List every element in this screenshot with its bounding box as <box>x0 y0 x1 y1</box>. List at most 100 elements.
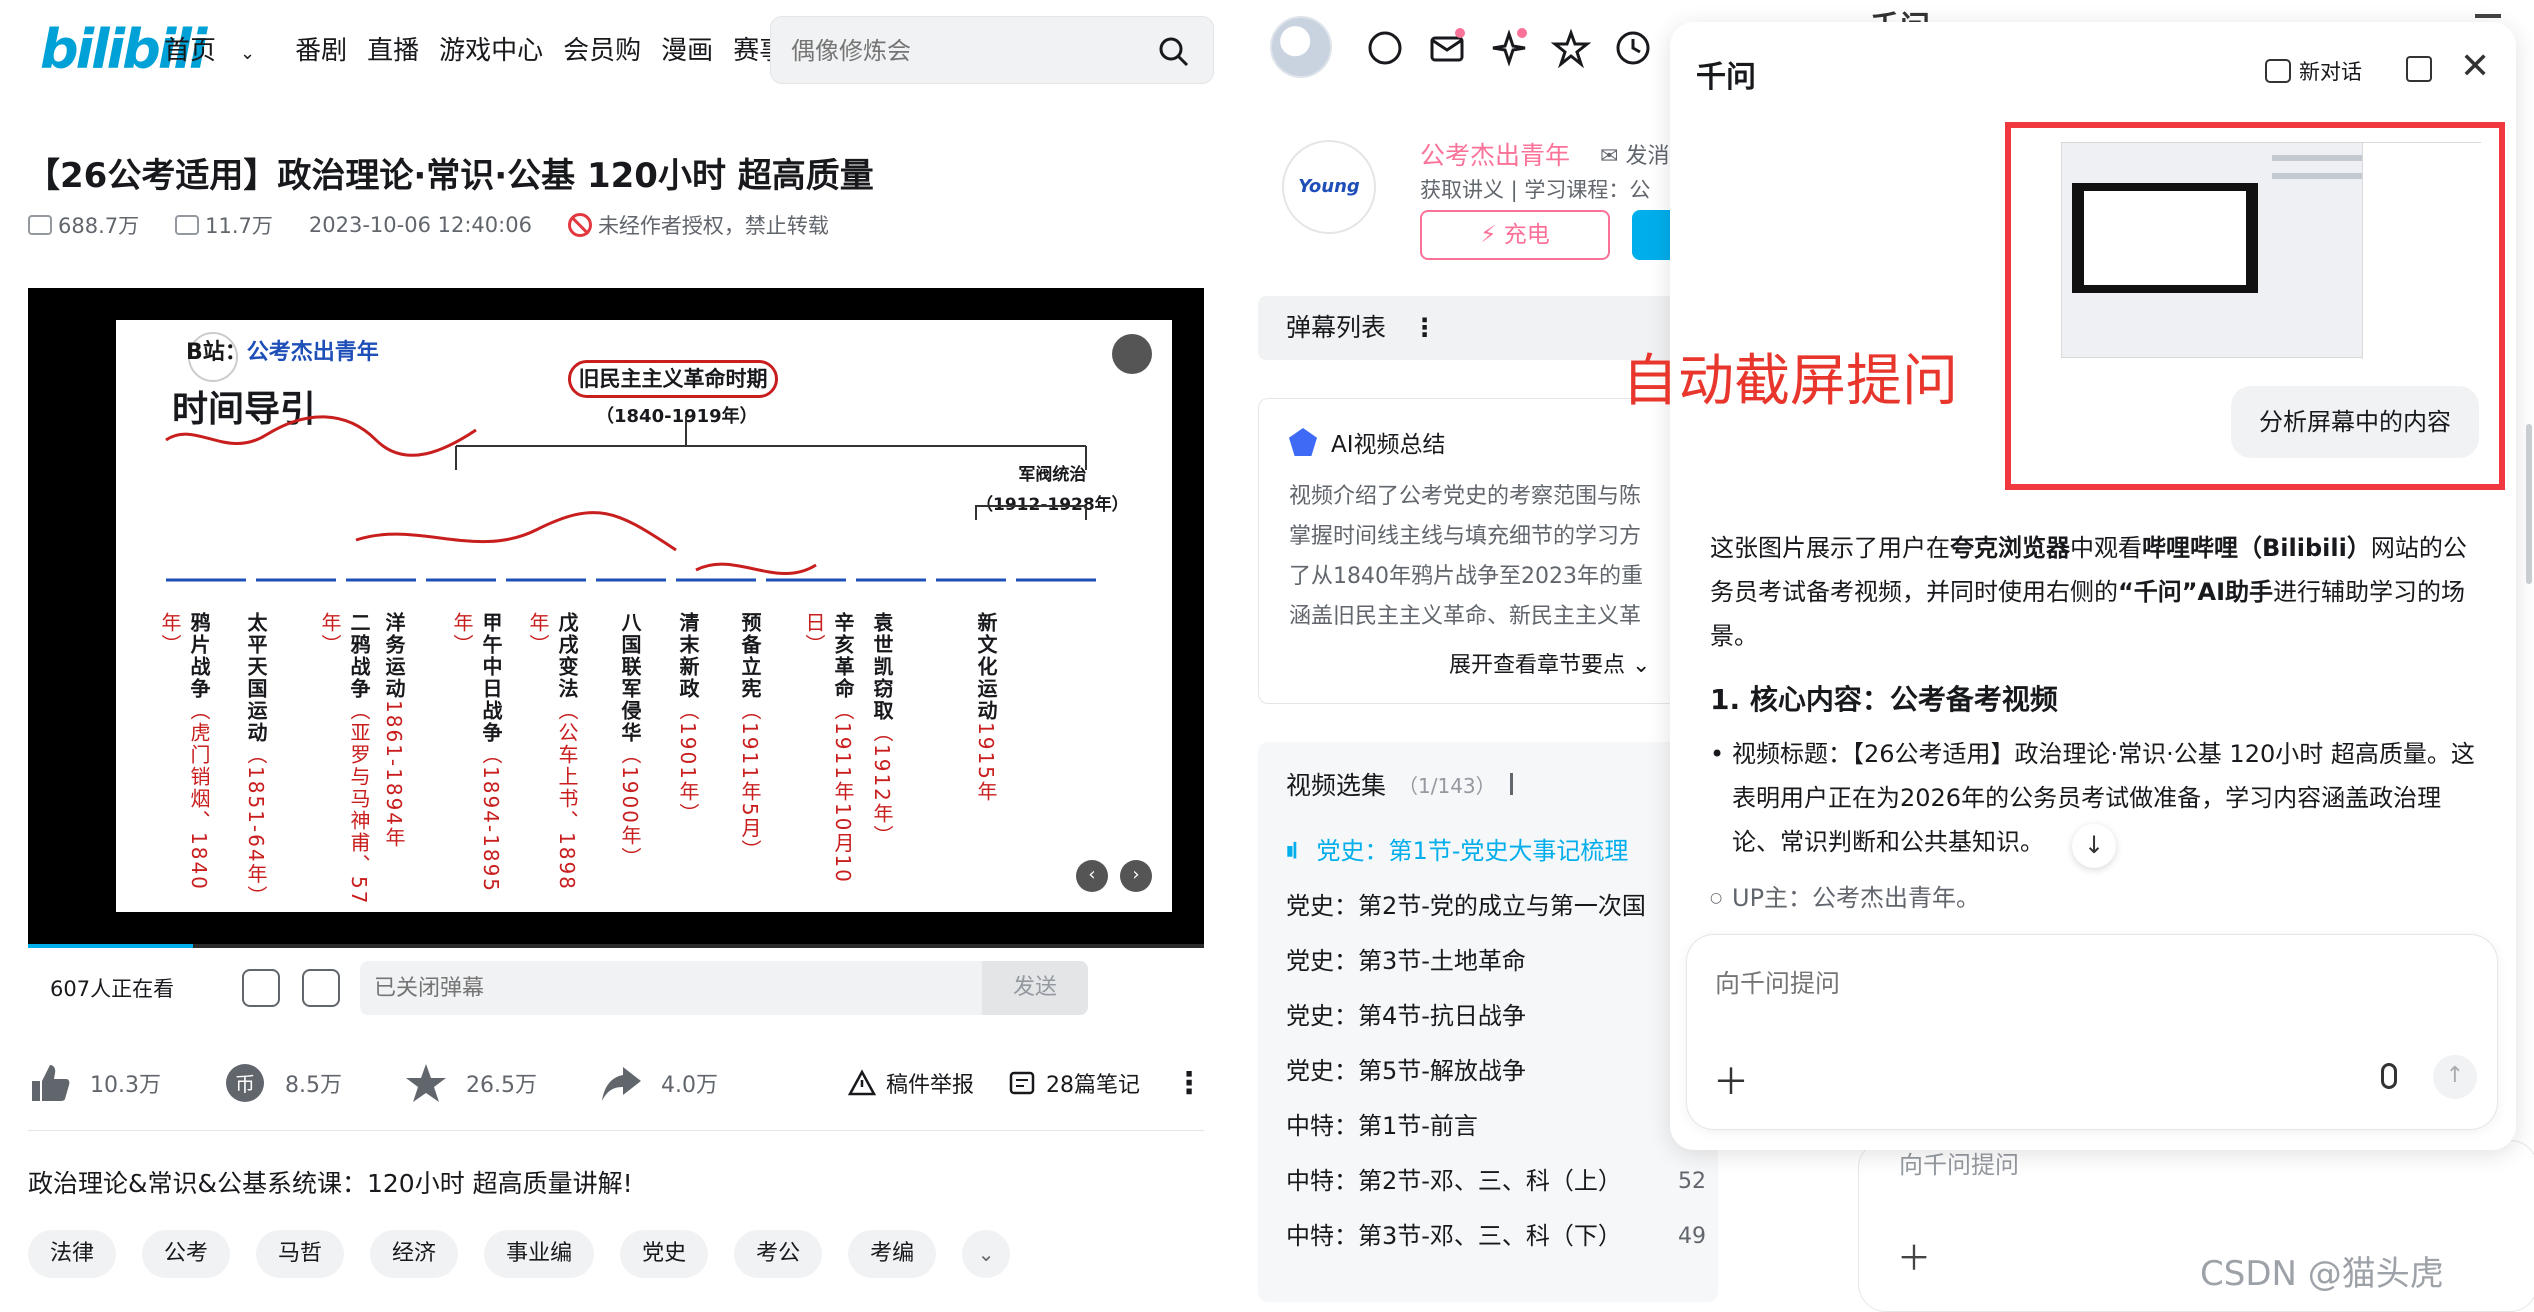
danmaku-list-toggle[interactable]: 弹幕列表 ⋮ <box>1258 296 1678 360</box>
timeline-event: 辛亥革命（1911年10月10日） <box>802 612 855 884</box>
video-player[interactable]: B站：公考杰出青年 时间导引 旧民主主义革命时期 （1840-1919年） 军阀… <box>28 288 1204 946</box>
episode-item[interactable]: 党史：第4节-抗日战争 <box>1286 989 1706 1044</box>
tag[interactable]: 马哲 <box>256 1230 345 1278</box>
tag[interactable]: 经济 <box>370 1230 459 1278</box>
annotation-label: 自动截屏提问 <box>1622 349 1958 414</box>
uploader-name[interactable]: 公考杰出青年 <box>1420 136 1570 172</box>
danmaku-input[interactable] <box>374 975 874 1001</box>
chat-input-box: ＋ ↑ <box>1686 934 2498 1130</box>
tag[interactable]: 公考 <box>142 1230 231 1278</box>
nav-game-center[interactable]: 游戏中心 <box>439 30 543 67</box>
tag[interactable]: 考编 <box>848 1230 937 1278</box>
danmaku-input-wrap: 发送 <box>360 961 1088 1015</box>
video-toolbar: 10.3万 币 8.5万 26.5万 4.0万 稿件举报 28篇笔记 ⋮ <box>28 1048 1204 1118</box>
video-meta: 688.7万 11.7万 2023-10-06 12:40:06 未经作者授权，… <box>28 210 855 240</box>
minimize-icon[interactable] <box>2475 14 2501 18</box>
watching-count: 607人正在看 <box>50 977 175 1001</box>
microphone-icon[interactable] <box>2381 1063 2397 1089</box>
video-progress-bar[interactable] <box>28 944 1204 948</box>
send-message-link[interactable]: ✉ 发消 <box>1600 138 1669 170</box>
close-icon[interactable]: ✕ <box>2460 46 2490 87</box>
plus-icon[interactable]: ＋ <box>1897 1231 1931 1280</box>
next-slide-button[interactable]: › <box>1120 860 1152 892</box>
more-options-icon[interactable]: ⋮ <box>1412 313 1437 342</box>
search-input[interactable] <box>791 33 1131 69</box>
screenshot-thumbnail[interactable] <box>2061 142 2482 359</box>
episode-item[interactable]: 中特：第2节-邓、三、科（上） 52 <box>1286 1154 1706 1209</box>
chat-input[interactable] <box>1715 963 2315 1003</box>
danmaku-send-button[interactable]: 发送 <box>982 961 1088 1015</box>
search-box <box>770 16 1214 84</box>
vip-icon[interactable] <box>1365 28 1405 68</box>
episode-item[interactable]: 党史：第2节-党的成立与第一次国 <box>1286 879 1706 934</box>
bg-input-placeholder[interactable]: 向千问提问 <box>1899 1145 2019 1180</box>
episode-item[interactable]: 党史：第3节-土地革命 <box>1286 934 1706 989</box>
ai-summary-text: 视频介绍了公考党史的考察范围与陈 掌握时间线主线与填充细节的学习方 了从1840… <box>1289 484 1643 629</box>
player-settings-icon[interactable] <box>1112 334 1152 374</box>
timeline-event: 袁世凯窃取（1912年） <box>870 612 894 847</box>
favorite-button[interactable]: 26.5万 <box>404 1061 537 1105</box>
timeline-event: 戊戌变法（公车上书、1898年） <box>526 612 579 891</box>
list-view-icon[interactable] <box>1509 773 1534 795</box>
uploader-avatar[interactable]: Young <box>1282 140 1376 234</box>
copyright-notice: 未经作者授权，禁止转载 <box>597 214 829 238</box>
chevron-down-icon: ⌄ <box>240 43 256 64</box>
danmaku-count-icon <box>175 215 200 235</box>
favorite-star-icon[interactable] <box>1551 28 1591 68</box>
more-options-icon[interactable]: ⋮ <box>1174 1066 1204 1101</box>
expand-chapters-link[interactable]: 展开查看章节要点 ⌄ <box>1449 647 1650 679</box>
episode-item-active[interactable]: 党史：第1节-党史大事记梳理 <box>1286 824 1706 879</box>
timeline-event: 洋务运动1861-1894年 <box>382 612 406 850</box>
dynamic-icon[interactable] <box>1489 28 1529 68</box>
plus-icon[interactable]: ＋ <box>1713 1053 1749 1105</box>
charge-button[interactable]: ⚡ 充电 <box>1420 210 1610 260</box>
no-repost-icon <box>567 213 592 237</box>
timeline-event: 预备立宪（1911年5月） <box>738 612 762 862</box>
user-avatar[interactable] <box>1270 16 1332 78</box>
nav-manga[interactable]: 漫画 <box>661 30 713 67</box>
scroll-down-arrow-icon[interactable]: ↓ <box>2072 824 2116 868</box>
ai-summary-title: AI视频总结 <box>1289 425 1446 459</box>
coin-count: 8.5万 <box>285 1073 342 1098</box>
window-mode-icon[interactable] <box>2406 56 2432 82</box>
send-arrow-icon[interactable]: ↑ <box>2433 1055 2477 1099</box>
nav-live[interactable]: 直播 <box>367 30 419 67</box>
panel-title: 千问 <box>1696 60 1756 95</box>
coin-button[interactable]: 币 8.5万 <box>223 1061 342 1105</box>
danmaku-settings-icon[interactable] <box>302 969 340 1007</box>
message-icon[interactable] <box>1427 28 1467 68</box>
tags-expand-chevron-icon[interactable]: ⌄ <box>962 1230 1011 1278</box>
nav-anime[interactable]: 番剧 <box>295 30 347 67</box>
nav-home[interactable]: 首页 ⌄ <box>164 30 275 67</box>
nav-vip-shop[interactable]: 会员购 <box>563 30 641 67</box>
like-button[interactable]: 10.3万 <box>28 1061 161 1105</box>
episode-item[interactable]: 中特：第1节-前言 <box>1286 1099 1706 1154</box>
tag-list: 法律 公考 马哲 经济 事业编 党史 考公 考编 ⌄ <box>28 1230 1011 1278</box>
panel-scrollbar[interactable] <box>2526 424 2532 584</box>
episode-item[interactable]: 中特：第3节-邓、三、科（下） 49 <box>1286 1209 1706 1264</box>
episode-item[interactable]: 党史：第5节-解放战争 <box>1286 1044 1706 1099</box>
tag[interactable]: 考公 <box>734 1230 823 1278</box>
analyze-screen-button[interactable]: 分析屏幕中的内容 <box>2231 386 2479 458</box>
notes-button[interactable]: 28篇笔记 <box>1008 1067 1140 1099</box>
new-chat-button[interactable]: 新对话 <box>2265 56 2362 86</box>
favorite-count: 26.5万 <box>466 1073 537 1098</box>
timeline-event: 鸦片战争（虎门销烟、1840年） <box>158 612 211 891</box>
uploader-description: 获取讲义 | 学习课程：公 <box>1420 178 1651 202</box>
share-arrow-icon <box>602 1067 641 1101</box>
answer-heading: 1. 核心内容：公考备考视频 <box>1710 683 2058 716</box>
tag[interactable]: 事业编 <box>484 1230 595 1278</box>
new-chat-icon <box>2265 59 2291 83</box>
tag[interactable]: 党史 <box>620 1230 709 1278</box>
report-button[interactable]: 稿件举报 <box>847 1067 974 1099</box>
search-icon[interactable] <box>1157 35 1189 67</box>
history-clock-icon[interactable] <box>1613 28 1653 68</box>
danmaku-bar: 607人正在看 发送 <box>28 954 1204 1022</box>
danmaku-toggle-icon[interactable] <box>242 969 280 1007</box>
ai-logo-icon <box>1289 428 1317 456</box>
prev-slide-button[interactable]: ‹ <box>1076 860 1108 892</box>
video-title: 【26公考适用】政治理论·常识·公基 120小时 超高质量 <box>26 156 874 196</box>
share-button[interactable]: 4.0万 <box>599 1061 718 1105</box>
timeline-event: 太平天国运动（1851-64年） <box>244 612 268 908</box>
tag[interactable]: 法律 <box>28 1230 117 1278</box>
